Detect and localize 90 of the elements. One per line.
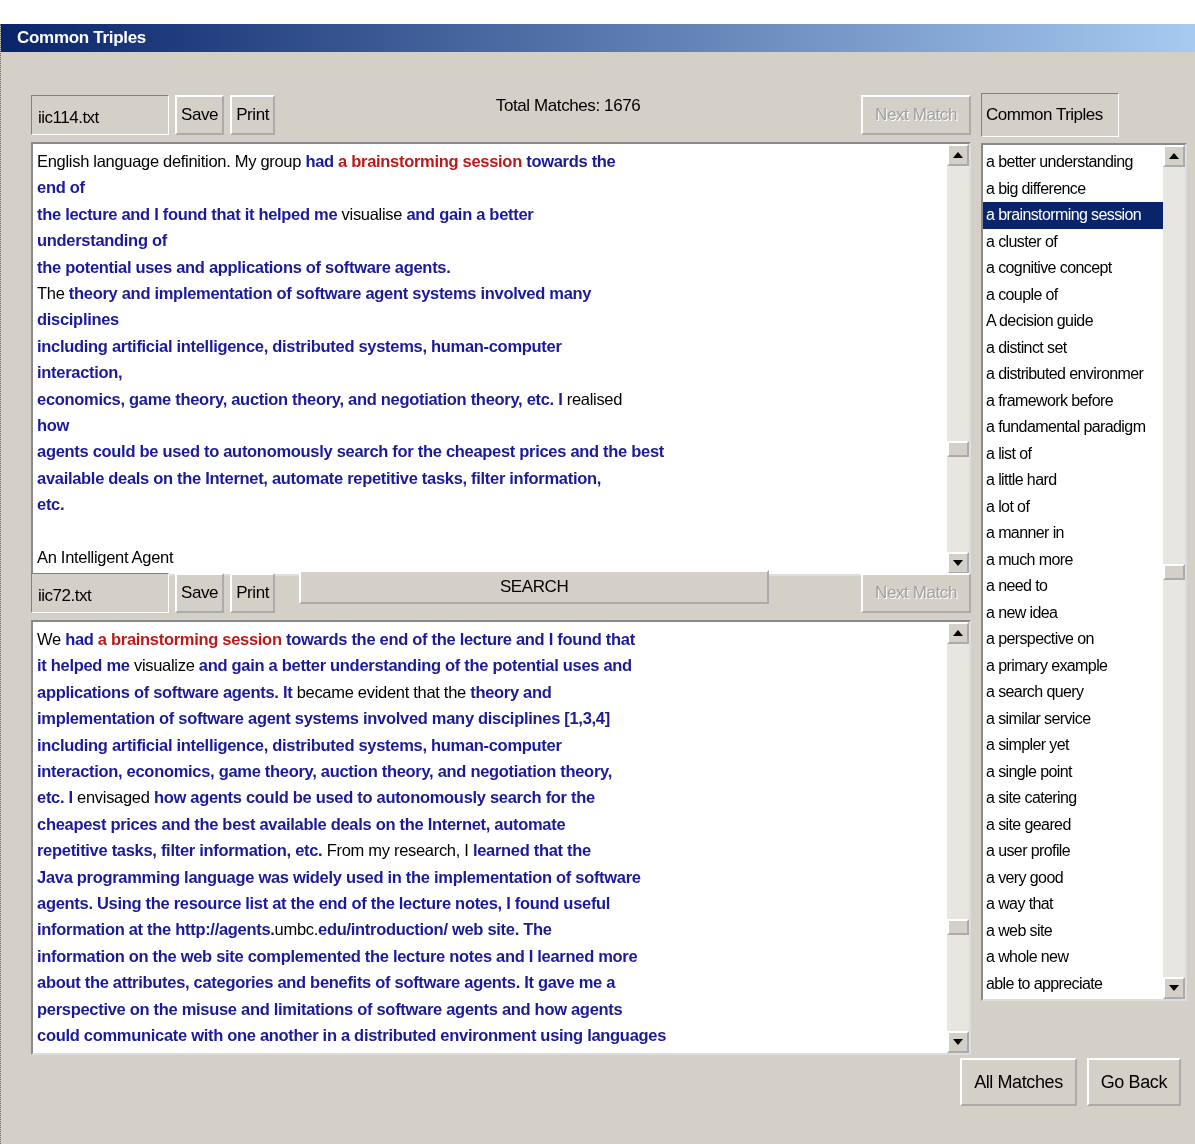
list-item[interactable]: a primary example xyxy=(983,652,1163,679)
list-item[interactable]: a new idea xyxy=(983,599,1163,626)
list-item[interactable]: a web site xyxy=(983,917,1163,944)
list-item[interactable]: a much more xyxy=(983,546,1163,573)
text-line: interaction, economics, game theory, auction theory, and negotiation theory, xyxy=(37,761,613,783)
text-line: end of xyxy=(37,177,86,199)
document-text-area[interactable] xyxy=(31,142,971,577)
text-line: applications of software agents. It became evident that the theory and xyxy=(37,681,553,703)
text-line: cheapest prices and the best available deals on the Internet, automate xyxy=(37,813,567,835)
up-arrow-icon[interactable] xyxy=(953,152,963,158)
scroll-thumb[interactable] xyxy=(947,919,969,936)
list-item[interactable]: a little hard xyxy=(983,467,1163,494)
text-line: We had a brainstorming session towards the end of the lecture and I found that xyxy=(37,629,636,650)
text-line: Java programming language was widely used in the implementation of software xyxy=(37,866,642,888)
list-item[interactable]: A decision guide xyxy=(983,308,1163,335)
list-item[interactable]: a simpler yet xyxy=(983,732,1163,759)
window-title: Common Triples xyxy=(1,24,1195,52)
text-line: how xyxy=(37,415,71,437)
list-item[interactable]: a brainstorming session xyxy=(983,202,1163,229)
text-line: perspective on the misuse and limitations of software agents and how agents xyxy=(37,998,624,1020)
text-line: agents could be used to autonomously search for the cheapest prices and the best xyxy=(37,441,665,463)
text-line: English language definition. My group had a brainstorming session towards the xyxy=(37,151,617,172)
triples-list[interactable] xyxy=(981,143,1187,1001)
list-item[interactable]: a distributed environmer xyxy=(983,361,1163,388)
text-line: including artificial intelligence, distributed systems, human-computer xyxy=(37,335,563,357)
up-arrow-icon[interactable] xyxy=(953,630,963,636)
text-line: etc. xyxy=(37,494,66,516)
toolbar-button[interactable]: Save xyxy=(175,573,225,613)
list-item[interactable]: a site catering xyxy=(983,785,1163,812)
list-item[interactable]: a single point xyxy=(983,758,1163,785)
list-item[interactable]: a whole new xyxy=(983,944,1163,971)
text-line: agents. Using the resource list at the end of the lecture notes, I found useful xyxy=(37,893,612,915)
toolbar-button[interactable]: Print xyxy=(230,95,276,135)
toolbar-button[interactable]: Print xyxy=(230,573,276,613)
list-item[interactable]: a framework before xyxy=(983,387,1163,414)
text-line: information at the http://agents.umbc.edu/introduction/ web site. The xyxy=(37,919,553,941)
down-arrow-icon[interactable] xyxy=(1169,985,1179,991)
text-line: information on the web site complemented the lecture notes and I learned more xyxy=(37,945,639,967)
scrollbar[interactable] xyxy=(947,622,969,1053)
scrollbar[interactable] xyxy=(1163,145,1185,999)
text-line: the lecture and I found that it helped me visualise and gain a better xyxy=(37,203,535,225)
list-item[interactable]: a need to xyxy=(983,573,1163,600)
list-item[interactable]: a cognitive concept xyxy=(983,255,1163,282)
text-line: An Intelligent Agent xyxy=(37,547,175,569)
list-item[interactable]: a perspective on xyxy=(983,626,1163,653)
scrollbar[interactable] xyxy=(947,144,969,575)
file-name-field[interactable]: iic72.txt xyxy=(31,573,169,613)
total-matches: Total Matches: 1676 xyxy=(494,95,642,116)
search-button[interactable]: SEARCH xyxy=(299,570,770,604)
scroll-thumb[interactable] xyxy=(947,441,969,458)
list-item[interactable]: a distinct set xyxy=(983,334,1163,361)
footer-button[interactable]: Go Back xyxy=(1086,1058,1181,1106)
list-item[interactable]: a fundamental paradigm xyxy=(983,414,1163,441)
list-item[interactable]: a search query xyxy=(983,679,1163,706)
text-line: available deals on the Internet, automate repetitive tasks, filter information, xyxy=(37,467,603,489)
list-item[interactable]: a better understanding xyxy=(983,149,1163,176)
list-item[interactable]: a similar service xyxy=(983,705,1163,732)
list-item[interactable]: able to appreciate xyxy=(983,970,1163,997)
down-arrow-icon[interactable] xyxy=(953,1038,963,1045)
list-item[interactable]: a manner in xyxy=(983,520,1163,547)
down-arrow-icon[interactable] xyxy=(953,560,963,567)
text-line: etc. I envisaged how agents could be used to autonomously search for the xyxy=(37,787,596,809)
list-item[interactable]: a way that xyxy=(983,891,1163,918)
list-item[interactable]: a site geared xyxy=(983,811,1163,838)
up-arrow-icon[interactable] xyxy=(1169,153,1179,159)
text-line: The theory and implementation of software agent systems involved many xyxy=(37,283,593,305)
text-line: about the attributes, categories and benefits of software agents. It gave me a xyxy=(37,972,617,994)
list-item[interactable]: a very good xyxy=(983,864,1163,891)
text-line: the potential uses and applications of software agents. xyxy=(37,256,452,278)
list-item[interactable]: a user profile xyxy=(983,838,1163,865)
text-line: understanding of xyxy=(37,230,169,252)
file-name-field[interactable]: iic114.txt xyxy=(31,95,169,135)
footer-button[interactable]: All Matches xyxy=(960,1058,1077,1106)
list-item[interactable]: a big difference xyxy=(983,175,1163,202)
text-line: could communicate with one another in a distributed environment using languages xyxy=(37,1025,668,1047)
text-line: it helped me visualize and gain a better understanding of the potential uses and xyxy=(37,655,633,677)
text-line: disciplines xyxy=(37,309,120,331)
scroll-thumb[interactable] xyxy=(1163,564,1185,580)
text-line: implementation of software agent systems involved many disciplines [1,3,4] xyxy=(37,708,611,730)
list-item[interactable]: a lot of xyxy=(983,493,1163,520)
toolbar-button[interactable]: Save xyxy=(175,95,225,135)
text-line: economics, game theory, auction theory, and negotiation theory, etc. I realised xyxy=(37,388,624,410)
list-item[interactable]: a couple of xyxy=(983,281,1163,308)
text-line: interaction, xyxy=(37,362,124,384)
list-label: Common Triples xyxy=(981,93,1119,137)
list-item[interactable]: a list of xyxy=(983,440,1163,467)
text-line: including artificial intelligence, distributed systems, human-computer xyxy=(37,734,563,756)
document-text-area[interactable] xyxy=(31,620,971,1055)
text-line: repetitive tasks, filter information, etc. From my research, I learned that the xyxy=(37,840,592,862)
list-item[interactable]: a cluster of xyxy=(983,228,1163,255)
